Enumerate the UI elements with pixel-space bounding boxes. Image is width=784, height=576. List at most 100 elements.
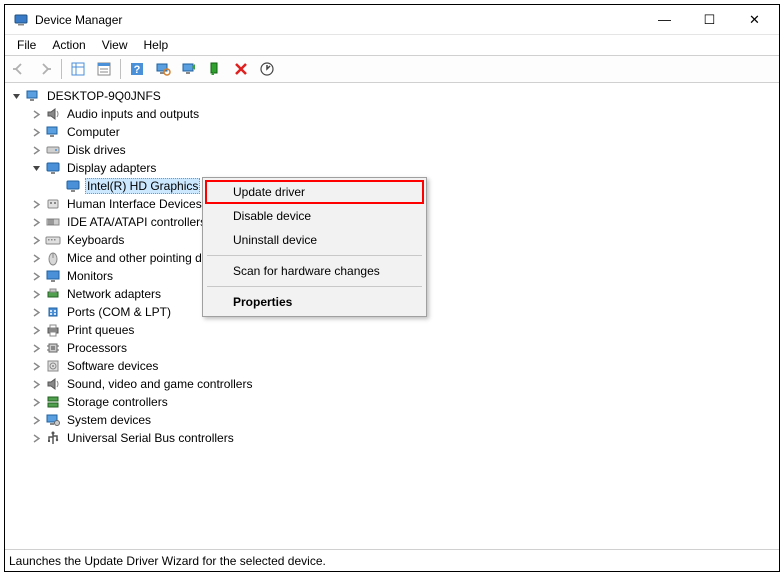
node-label: IDE ATA/ATAPI controllers [65,215,208,229]
node-label: Ports (COM & LPT) [65,305,173,319]
expand-toggle[interactable] [9,89,23,103]
expand-toggle[interactable] [29,197,43,211]
enable-device-toolbar-button[interactable] [203,57,227,81]
node-label: Network adapters [65,287,163,301]
expand-toggle[interactable] [29,107,43,121]
tree-category-14[interactable]: Sound, video and game controllers [7,375,777,393]
menu-help[interactable]: Help [136,36,177,54]
status-text: Launches the Update Driver Wizard for th… [9,554,326,568]
svg-text:?: ? [134,64,141,76]
context-menu-item-6[interactable]: Properties [205,290,424,314]
menu-action[interactable]: Action [44,36,93,54]
monitor-icon [45,268,61,284]
device-manager-window: Device Manager — ☐ ✕ File Action View He… [4,4,780,572]
node-label: Display adapters [65,161,158,175]
node-label: System devices [65,413,153,427]
computer-icon [45,124,61,140]
mouse-icon [45,250,61,266]
node-label: Sound, video and game controllers [65,377,254,391]
context-menu-item-0[interactable]: Update driver [205,180,424,204]
node-label: Disk drives [65,143,128,157]
toolbar-separator [61,59,62,79]
tree-category-13[interactable]: Software devices [7,357,777,375]
context-menu-separator [207,255,422,256]
add-legacy-toolbar-button[interactable] [255,57,279,81]
node-label: DESKTOP-9Q0JNFS [45,89,163,103]
tree-category-0[interactable]: Audio inputs and outputs [7,105,777,123]
port-icon [45,304,61,320]
expand-toggle[interactable] [29,431,43,445]
expand-toggle[interactable] [29,143,43,157]
node-label: Universal Serial Bus controllers [65,431,236,445]
expand-toggle[interactable] [29,161,43,175]
tree-category-3[interactable]: Display adapters [7,159,777,177]
menu-view[interactable]: View [94,36,136,54]
software-icon [45,358,61,374]
node-label: Monitors [65,269,115,283]
tree-category-2[interactable]: Disk drives [7,141,777,159]
expand-toggle[interactable] [29,377,43,391]
keyboard-icon [45,232,61,248]
expand-toggle[interactable] [29,215,43,229]
ide-icon [45,214,61,230]
tree-category-11[interactable]: Print queues [7,321,777,339]
context-menu-item-1[interactable]: Disable device [205,204,424,228]
expand-toggle[interactable] [29,305,43,319]
printer-icon [45,322,61,338]
back-button[interactable] [7,57,31,81]
cpu-icon [45,340,61,356]
close-button[interactable]: ✕ [732,6,777,34]
toolbar: ? [5,55,779,83]
minimize-button[interactable]: — [642,6,687,34]
expand-toggle[interactable] [49,179,63,193]
forward-button[interactable] [33,57,57,81]
context-menu-item-2[interactable]: Uninstall device [205,228,424,252]
usb-icon [45,430,61,446]
node-label: Software devices [65,359,160,373]
maximize-button[interactable]: ☐ [687,6,732,34]
storage-icon [45,394,61,410]
node-label: Human Interface Devices [65,197,204,211]
expand-toggle[interactable] [29,287,43,301]
expand-toggle[interactable] [29,125,43,139]
context-menu-item-4[interactable]: Scan for hardware changes [205,259,424,283]
system-icon [45,412,61,428]
root-icon [25,88,41,104]
hid-icon [45,196,61,212]
network-icon [45,286,61,302]
node-label: Processors [65,341,129,355]
menu-bar: File Action View Help [5,35,779,55]
scan-hardware-toolbar-button[interactable] [151,57,175,81]
menu-file[interactable]: File [9,36,44,54]
expand-toggle[interactable] [29,395,43,409]
node-label: Keyboards [65,233,126,247]
tree-category-16[interactable]: System devices [7,411,777,429]
window-title: Device Manager [35,13,642,27]
expand-toggle[interactable] [29,413,43,427]
tree-category-1[interactable]: Computer [7,123,777,141]
show-hide-console-button[interactable] [66,57,90,81]
node-label: Audio inputs and outputs [65,107,201,121]
status-bar: Launches the Update Driver Wizard for th… [5,549,779,571]
tree-category-15[interactable]: Storage controllers [7,393,777,411]
expand-toggle[interactable] [29,359,43,373]
tree-category-12[interactable]: Processors [7,339,777,357]
node-label: Computer [65,125,122,139]
uninstall-toolbar-button[interactable] [229,57,253,81]
audio-icon [45,106,61,122]
context-menu-separator [207,286,422,287]
expand-toggle[interactable] [29,251,43,265]
node-label: Intel(R) HD Graphics [85,178,200,194]
update-driver-toolbar-button[interactable] [177,57,201,81]
tree-root[interactable]: DESKTOP-9Q0JNFS [7,87,777,105]
tree-category-17[interactable]: Universal Serial Bus controllers [7,429,777,447]
app-icon [13,12,29,28]
expand-toggle[interactable] [29,233,43,247]
expand-toggle[interactable] [29,323,43,337]
properties-toolbar-button[interactable] [92,57,116,81]
help-toolbar-button[interactable]: ? [125,57,149,81]
context-menu: Update driverDisable deviceUninstall dev… [202,177,427,317]
expand-toggle[interactable] [29,341,43,355]
expand-toggle[interactable] [29,269,43,283]
device-tree[interactable]: DESKTOP-9Q0JNFS Audio inputs and outputs C… [5,83,779,549]
